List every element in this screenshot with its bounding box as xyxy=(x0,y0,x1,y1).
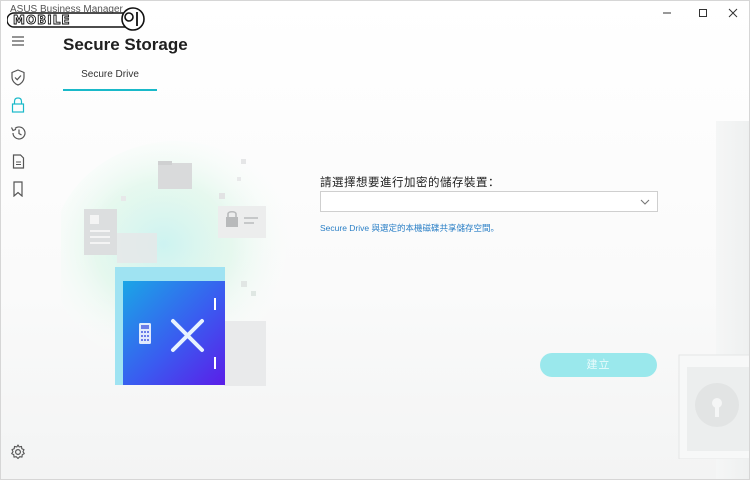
close-button[interactable] xyxy=(715,3,749,23)
app-window: ASUS Business Manager MOBILE Secure Stor… xyxy=(0,0,750,480)
lock-icon xyxy=(11,97,25,113)
history-icon xyxy=(10,126,26,140)
close-icon xyxy=(728,8,738,18)
secure-drive-hint: Secure Drive 與選定的本機磁碟共享儲存空間。 xyxy=(320,223,499,233)
decorative-disk-illustration xyxy=(678,354,749,459)
maximize-icon xyxy=(699,9,707,17)
document-icon xyxy=(12,153,24,169)
svg-text:MOBILE: MOBILE xyxy=(13,13,71,27)
menu-icon xyxy=(12,36,24,46)
minimize-icon xyxy=(663,12,671,14)
secure-vault-illustration xyxy=(61,141,301,386)
chevron-down-icon xyxy=(640,199,650,205)
nav-security-status[interactable] xyxy=(9,68,27,86)
storage-device-dropdown[interactable] xyxy=(320,191,658,212)
nav-bookmarks[interactable] xyxy=(9,180,27,198)
title-bar: ASUS Business Manager MOBILE xyxy=(1,1,749,31)
bookmark-icon xyxy=(13,181,23,197)
tab-secure-drive[interactable]: Secure Drive xyxy=(63,63,157,91)
device-select-label: 請選擇想要進行加密的儲存裝置： xyxy=(320,177,500,189)
shield-check-icon xyxy=(11,68,25,86)
create-button[interactable]: 建立 xyxy=(540,353,657,377)
page-title: Secure Storage xyxy=(63,35,188,54)
settings-gear-icon xyxy=(11,444,25,460)
nav-menu-button[interactable] xyxy=(9,32,27,50)
mobile01-watermark-logo: MOBILE xyxy=(7,7,145,31)
nav-settings[interactable] xyxy=(9,443,27,461)
nav-documents[interactable] xyxy=(9,152,27,170)
minimize-button[interactable] xyxy=(649,3,685,23)
nav-history[interactable] xyxy=(9,124,27,142)
nav-secure-storage[interactable] xyxy=(9,96,27,114)
